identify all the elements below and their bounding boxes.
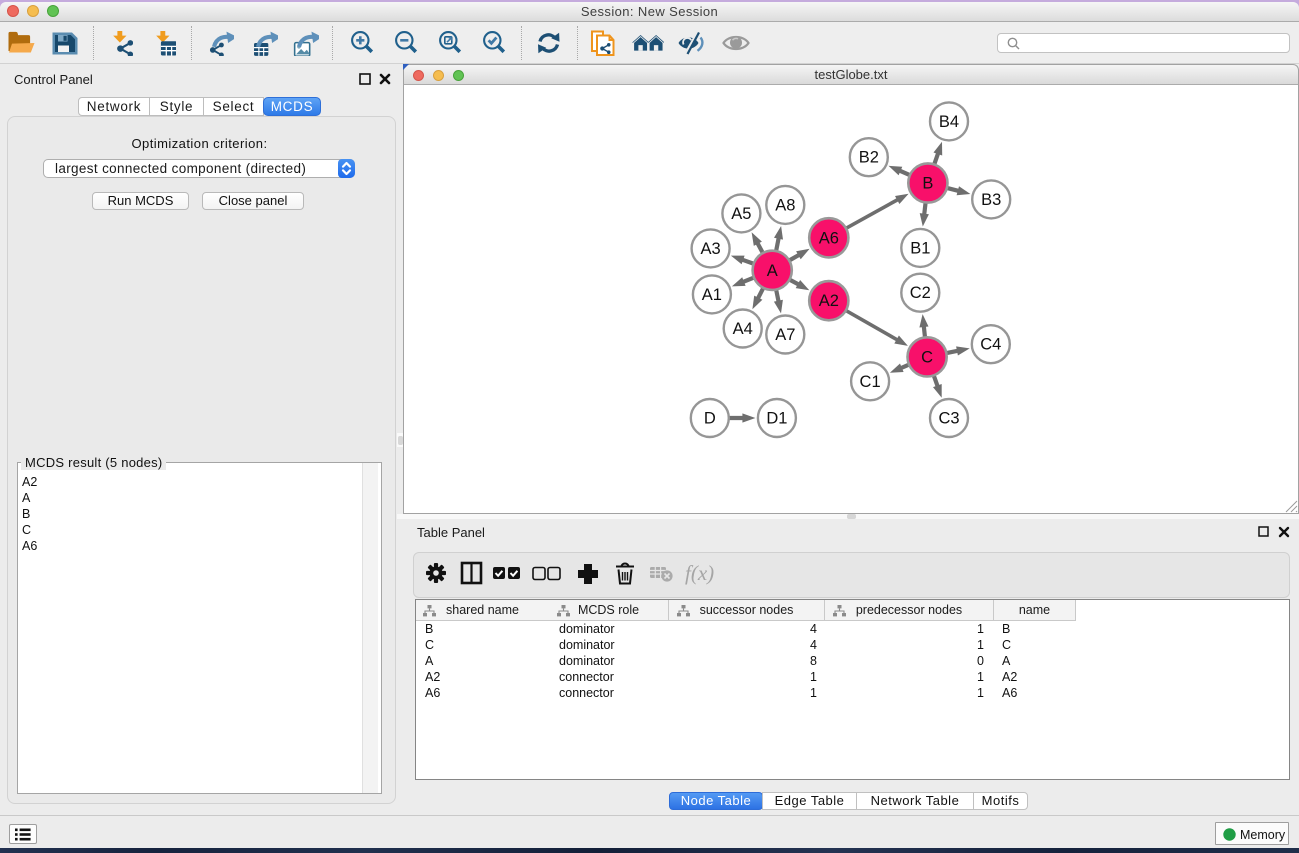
svg-text:B: B	[922, 175, 933, 193]
svg-text:C4: C4	[980, 336, 1001, 354]
svg-text:C2: C2	[910, 284, 931, 302]
svg-text:A1: A1	[702, 286, 722, 304]
svg-text:C1: C1	[860, 373, 881, 391]
svg-text:A5: A5	[731, 205, 751, 223]
svg-text:A3: A3	[701, 240, 721, 258]
svg-text:B4: B4	[939, 113, 959, 131]
svg-text:D1: D1	[766, 410, 787, 428]
svg-text:A2: A2	[819, 292, 839, 310]
svg-text:B1: B1	[910, 239, 930, 257]
svg-text:A4: A4	[733, 320, 753, 338]
svg-text:f(x): f(x)	[685, 561, 714, 585]
svg-text:A8: A8	[775, 196, 795, 214]
svg-text:A: A	[767, 262, 778, 280]
svg-text:B2: B2	[859, 149, 879, 167]
svg-text:C3: C3	[938, 410, 959, 428]
svg-text:A7: A7	[775, 326, 795, 344]
svg-text:A6: A6	[819, 229, 839, 247]
svg-text:B3: B3	[981, 191, 1001, 209]
svg-text:C: C	[921, 348, 933, 366]
svg-text:D: D	[704, 410, 716, 428]
